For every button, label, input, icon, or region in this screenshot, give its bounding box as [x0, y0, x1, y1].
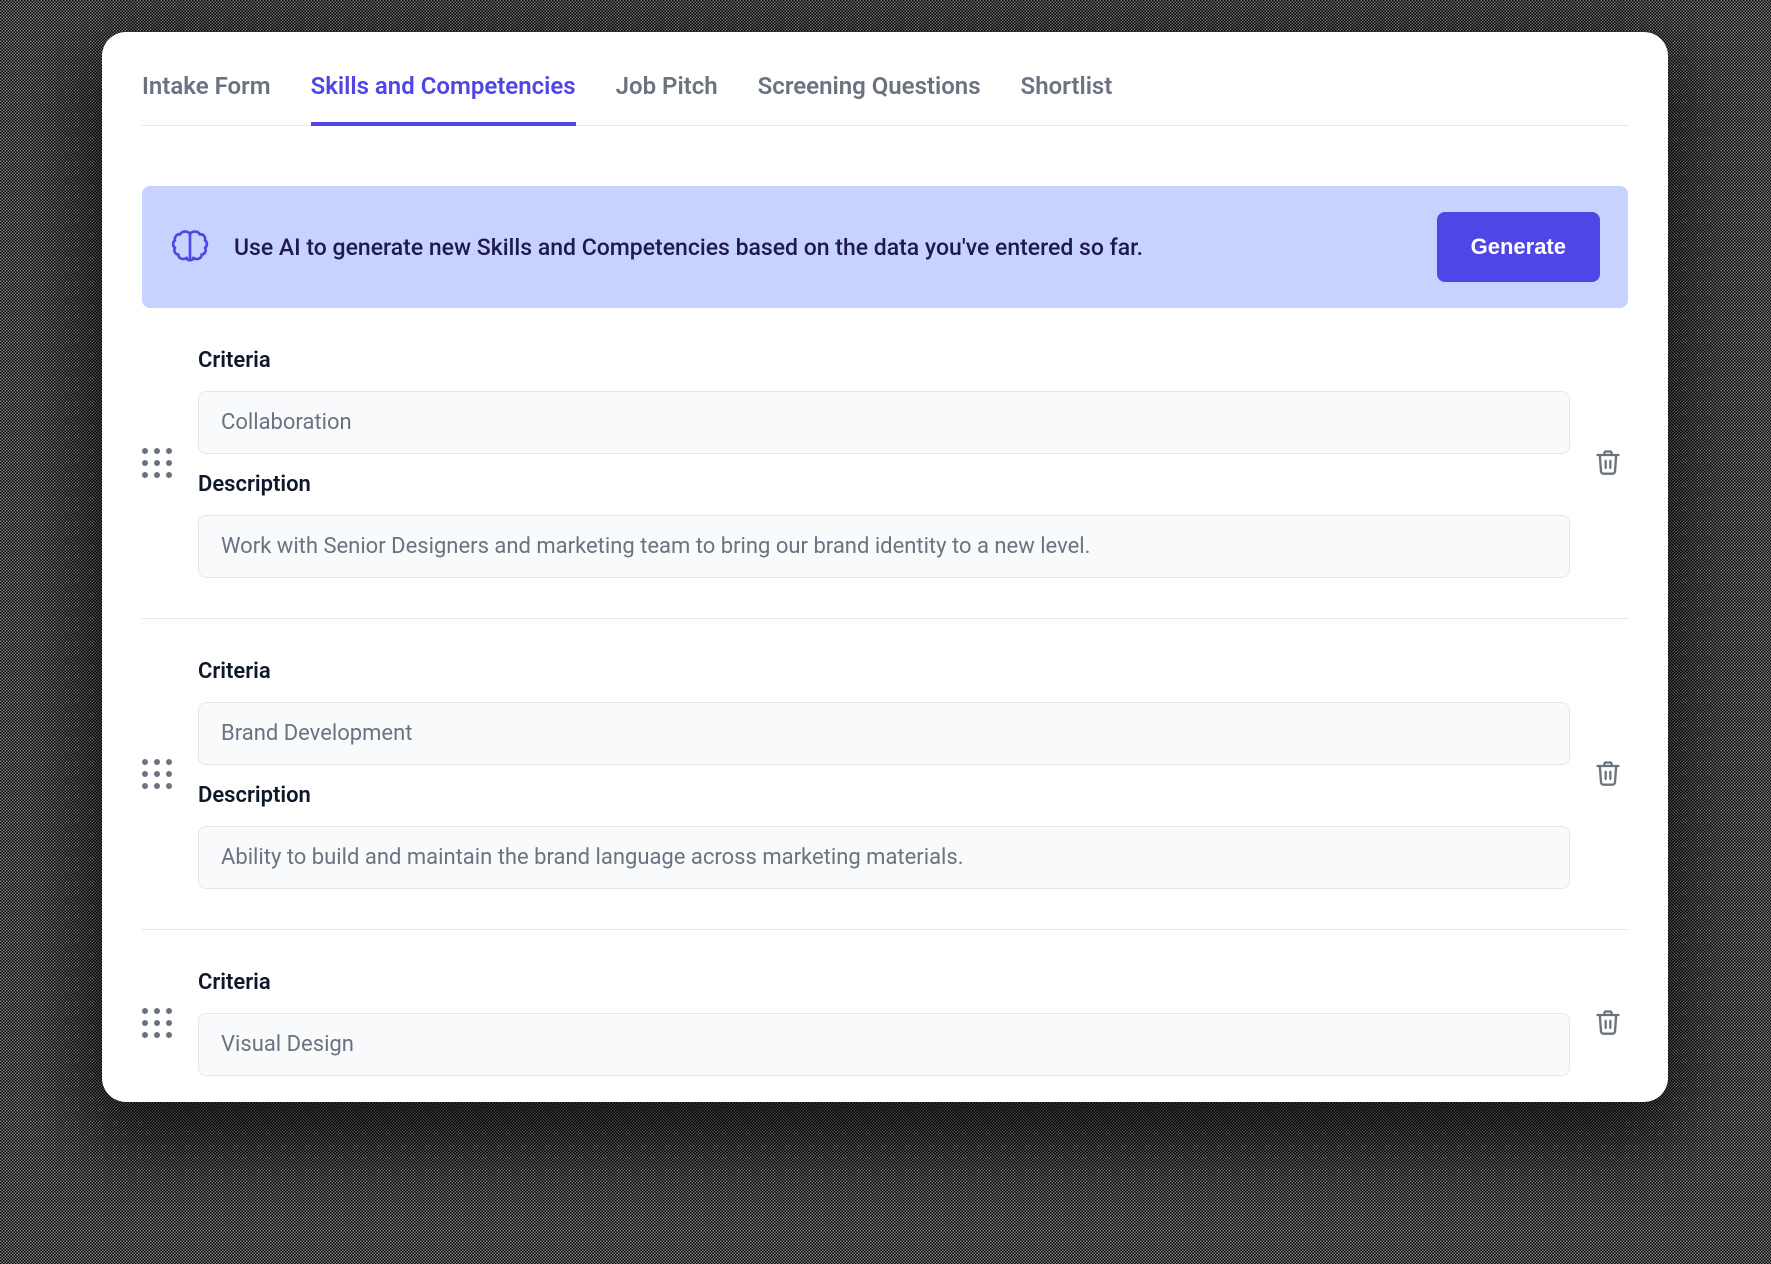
trash-icon [1594, 759, 1622, 787]
competency-item: Criteria Description [142, 619, 1628, 930]
tab-intake-form[interactable]: Intake Form [142, 72, 271, 126]
criteria-input[interactable] [198, 1013, 1570, 1076]
competency-item: Criteria Description [142, 308, 1628, 619]
delete-button[interactable] [1588, 448, 1628, 479]
tab-shortlist[interactable]: Shortlist [1021, 72, 1113, 126]
trash-icon [1594, 1008, 1622, 1036]
criteria-label: Criteria [198, 348, 1570, 373]
competency-fields: Criteria [198, 970, 1570, 1076]
description-input[interactable] [198, 515, 1570, 578]
tab-screening-questions[interactable]: Screening Questions [758, 72, 981, 126]
competency-list: Criteria Description Criteria Descriptio… [142, 308, 1628, 1076]
brain-icon [170, 227, 210, 267]
description-input[interactable] [198, 826, 1570, 889]
drag-handle-icon[interactable] [142, 448, 180, 478]
competency-fields: Criteria Description [198, 659, 1570, 889]
criteria-input[interactable] [198, 391, 1570, 454]
tabs: Intake Form Skills and Competencies Job … [142, 32, 1628, 126]
ai-generate-banner: Use AI to generate new Skills and Compet… [142, 186, 1628, 308]
drag-handle-icon[interactable] [142, 1008, 180, 1038]
ai-banner-text: Use AI to generate new Skills and Compet… [234, 234, 1413, 261]
delete-button[interactable] [1588, 759, 1628, 790]
tab-skills-and-competencies[interactable]: Skills and Competencies [311, 72, 576, 126]
competency-item: Criteria [142, 930, 1628, 1076]
generate-button[interactable]: Generate [1437, 212, 1600, 282]
delete-button[interactable] [1588, 1008, 1628, 1039]
competency-fields: Criteria Description [198, 348, 1570, 578]
main-card: Intake Form Skills and Competencies Job … [102, 32, 1668, 1102]
description-label: Description [198, 783, 1570, 808]
criteria-label: Criteria [198, 659, 1570, 684]
tab-job-pitch[interactable]: Job Pitch [616, 72, 718, 126]
criteria-input[interactable] [198, 702, 1570, 765]
description-label: Description [198, 472, 1570, 497]
criteria-label: Criteria [198, 970, 1570, 995]
trash-icon [1594, 448, 1622, 476]
drag-handle-icon[interactable] [142, 759, 180, 789]
